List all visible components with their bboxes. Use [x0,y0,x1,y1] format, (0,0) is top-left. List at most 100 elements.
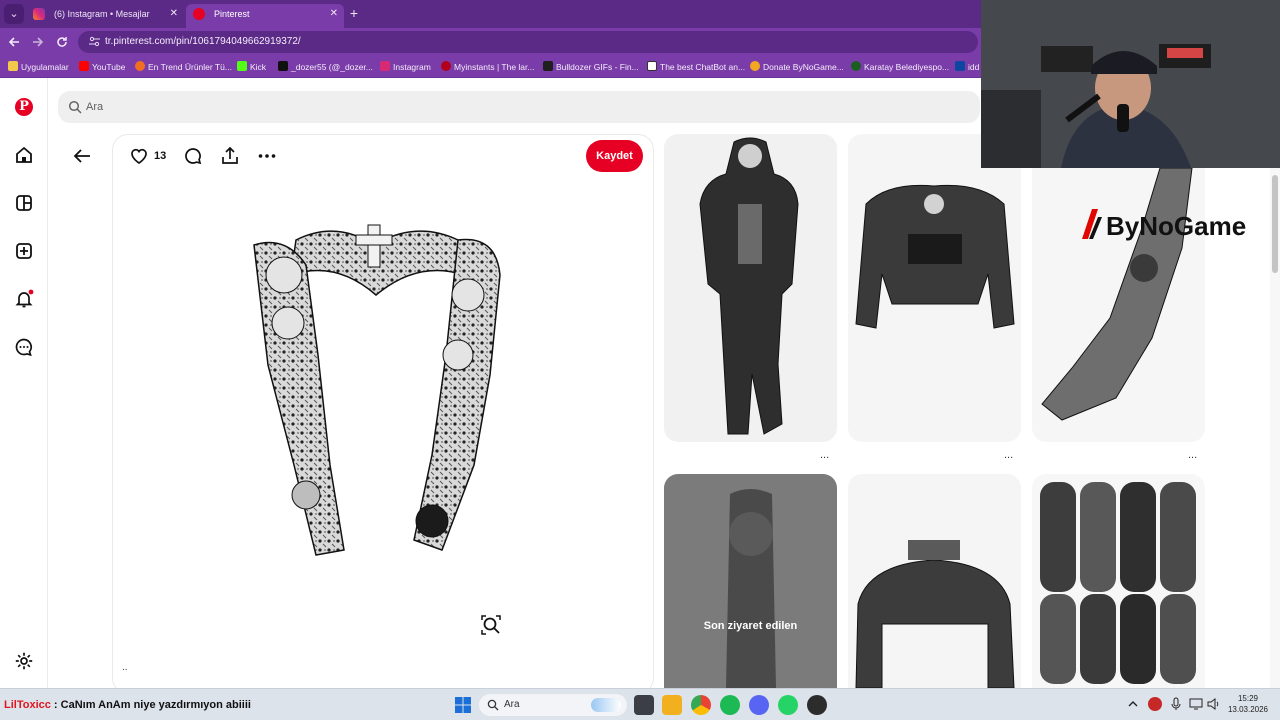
settings-gear-icon[interactable] [14,651,34,671]
youtube-icon [79,61,89,71]
tray-chevron-up-icon[interactable] [1126,697,1140,711]
home-icon[interactable] [14,145,34,165]
karatay-icon [851,61,861,71]
tab-pinterest[interactable]: Pinterest ✕ [186,4,344,28]
streamer-webcam-image [981,0,1280,168]
forward-button[interactable] [28,32,48,52]
tab-close-icon[interactable]: ✕ [170,4,178,24]
pinterest-search-input[interactable]: Ara [58,91,980,123]
task-view-icon[interactable] [634,695,654,715]
search-highlight-icon [591,698,621,712]
taskbar-search-input[interactable]: Ara [479,694,627,716]
page-icon [543,61,553,71]
file-explorer-icon[interactable] [662,695,682,715]
spotify-icon[interactable] [720,695,740,715]
bookmark-instagram[interactable]: Instagram [380,56,431,78]
bookmark-bynogame[interactable]: Donate ByNoGame... [750,56,844,78]
webcam-overlay [981,0,1280,168]
tattoo-last-supper-image [855,540,1015,688]
scrollbar-thumb[interactable] [1272,175,1278,273]
discord-icon[interactable] [749,695,769,715]
bookmark-myinstants[interactable]: Myinstants | The lar... [441,56,534,78]
speaker-volume-icon[interactable] [1206,697,1220,711]
tattoo-religious-sleeve-image [726,489,776,688]
search-icon [68,100,82,114]
bookmark-kick[interactable]: Kick [237,56,266,78]
tattoo-torso-1998-image [855,184,1015,329]
more-options-icon[interactable] [257,146,277,166]
tab-search-button[interactable]: ⌄ [4,4,24,24]
bookmark-karatay[interactable]: Karatay Belediyespo... [851,56,949,78]
myinstants-icon [441,61,451,71]
heart-icon[interactable] [129,146,149,166]
chat-username: LilToxicc [4,699,51,711]
tab-title: Pinterest [214,9,250,19]
site-info-icon[interactable] [88,35,101,48]
reload-button[interactable] [52,32,72,52]
bookmark-bulldozer[interactable]: Bulldozer GIFs - Fin... [543,56,639,78]
related-pin-4-visited[interactable] [664,474,837,688]
new-tab-button[interactable]: + [346,4,362,24]
bookmark-chatbot[interactable]: The best ChatBot an... [647,56,745,78]
taskbar-search-placeholder: Ara [504,699,520,710]
chatbot-icon [647,61,657,71]
obs-icon[interactable] [807,695,827,715]
screen: ⌄ (6) Instagram • Mesajlar ✕ Pinterest ✕… [0,0,1280,720]
back-arrow-icon [8,37,19,47]
pin-more-dots[interactable]: ... [820,450,829,461]
related-pin-5[interactable] [848,474,1021,688]
address-bar[interactable]: tr.pinterest.com/pin/1061794049662919372… [78,31,978,53]
messages-icon[interactable] [14,337,34,357]
reload-icon [57,37,67,47]
boards-icon[interactable] [14,193,34,213]
instagram-icon [380,61,390,71]
save-button[interactable]: Kaydet [586,140,643,172]
back-button[interactable] [4,32,24,52]
related-pin-1[interactable] [664,134,837,442]
comment-icon[interactable] [183,146,203,166]
create-icon[interactable] [14,241,34,261]
bynogame-logo: ByNoGame [1082,209,1246,241]
bookmark-tiktok[interactable]: _dozer55 (@_dozer... [278,56,373,78]
pinterest-sidebar: P [0,78,48,688]
chat-text: : CaNım AnAm niye yazdırmıyon abiiii [50,699,251,711]
bookmark-idd[interactable]: idd [955,56,979,78]
kick-icon [237,61,247,71]
pinterest-logo[interactable]: P [15,98,33,116]
microphone-icon[interactable] [1169,697,1183,711]
related-pin-2[interactable] [848,134,1021,442]
share-icon[interactable] [220,146,240,166]
clock-date: 13.03.2026 [1227,705,1269,714]
bookmark-youtube[interactable]: YouTube [79,56,125,78]
stream-chat-message: LilToxicc : CaNım AnAm niye yazdırmıyon … [4,689,251,720]
back-arrow-icon[interactable] [72,146,92,166]
tray-app-icon[interactable] [1148,697,1162,711]
apps-grid-icon [8,61,18,71]
shop-icon [135,61,145,71]
pin-more-dots[interactable]: ... [1188,450,1197,461]
bookmark-apps[interactable]: Uygulamalar [8,56,69,78]
pin-image-tattoo-sleeves[interactable] [246,215,508,560]
recently-visited-label: Son ziyaret edilen [703,620,798,632]
chrome-icon[interactable] [691,695,711,715]
sponsor-text: ByNoGame [1106,211,1246,241]
whatsapp-icon[interactable] [778,695,798,715]
related-pin-6[interactable] [1032,474,1205,688]
pin-more-dots[interactable]: ... [1004,450,1013,461]
system-clock[interactable]: 15:29 13.03.2026 [1226,693,1270,715]
windows-start-icon[interactable] [455,697,471,713]
tab-instagram[interactable]: (6) Instagram • Mesajlar ✕ [26,4,184,28]
tattoo-bodysuit-image [699,137,799,435]
like-count: 13 [154,150,167,162]
url-text: tr.pinterest.com/pin/1061794049662919372… [105,36,301,47]
bynogame-icon [750,61,760,71]
visual-search-lens-icon[interactable] [480,614,502,636]
notifications-bell-icon[interactable] [14,289,34,309]
pin-extra-dots: .. [122,662,128,673]
tab-close-icon[interactable]: ✕ [330,4,338,24]
bookmark-trend[interactable]: En Trend Ürünler Tü... [135,56,232,78]
tiktok-icon [278,61,288,71]
clock-time: 15:29 [1237,694,1259,703]
display-icon[interactable] [1189,697,1203,711]
search-icon [487,699,499,711]
